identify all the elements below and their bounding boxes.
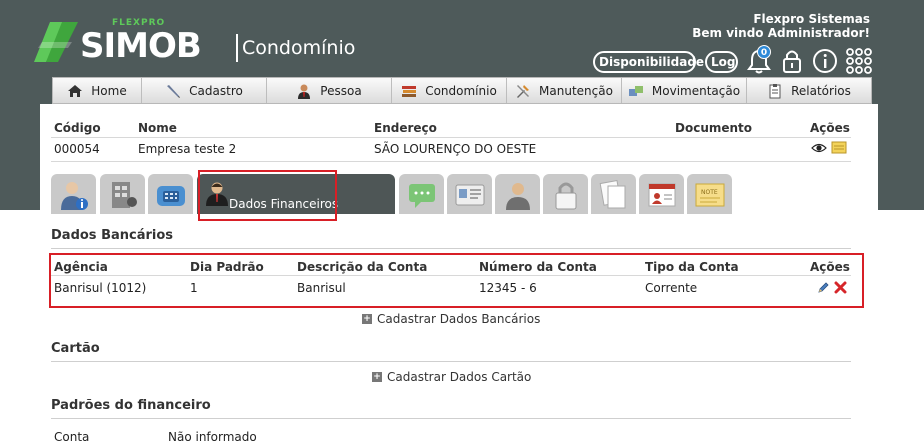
tab-phone[interactable] bbox=[148, 174, 193, 214]
cell-nome: Empresa teste 2 bbox=[138, 142, 237, 156]
welcome-block: Flexpro Sistemas Bem vindo Administrador… bbox=[692, 12, 870, 40]
nav-item-condominio[interactable]: Condomínio bbox=[392, 78, 507, 103]
section-title-bank: Dados Bancários bbox=[51, 228, 174, 243]
finance-field-value: Não informado bbox=[168, 430, 257, 442]
contact-book-icon bbox=[648, 183, 676, 207]
transfer-icon bbox=[628, 85, 643, 96]
person-info-icon bbox=[61, 182, 88, 210]
tab-contact[interactable] bbox=[495, 174, 540, 214]
highlight-bank-box bbox=[49, 253, 864, 308]
home-icon bbox=[68, 84, 83, 97]
entity-table: Código Nome Endereço Documento Ações 000… bbox=[51, 118, 851, 162]
plus-icon: + bbox=[362, 314, 372, 324]
logo-module-text: Condomínio bbox=[242, 37, 356, 59]
nav-label: Cadastro bbox=[189, 83, 243, 98]
notification-badge: 0 bbox=[757, 45, 771, 59]
col-header-acoes: Ações bbox=[810, 121, 850, 135]
section-divider-card bbox=[51, 361, 851, 362]
chat-bubble-icon bbox=[409, 184, 435, 208]
welcome-message: Bem vindo Administrador! bbox=[692, 26, 870, 40]
person-icon bbox=[298, 84, 311, 99]
nav-label: Condomínio bbox=[425, 83, 497, 98]
logo-simob-text: SIMOB bbox=[80, 26, 202, 66]
lock-icon[interactable] bbox=[778, 47, 806, 75]
finance-field-label: Conta bbox=[54, 430, 90, 442]
section-divider-bank bbox=[51, 248, 851, 249]
report-icon bbox=[769, 83, 781, 98]
logo-swoosh-icon bbox=[34, 22, 78, 62]
nav-label: Pessoa bbox=[320, 83, 362, 98]
books-icon bbox=[402, 85, 417, 97]
cell-codigo: 000054 bbox=[54, 142, 100, 156]
main-nav: Home Cadastro Pessoa Condomínio Manutenç… bbox=[52, 77, 872, 104]
profile-tabs: Dados Financeiros NOTE bbox=[51, 174, 741, 214]
svg-text:NOTE: NOTE bbox=[701, 189, 718, 196]
col-header-documento: Documento bbox=[675, 121, 753, 135]
nav-item-cadastro[interactable]: Cadastro bbox=[142, 78, 267, 103]
nav-label: Home bbox=[91, 83, 127, 98]
nav-label: Movimentação bbox=[651, 83, 741, 98]
tab-id-card[interactable] bbox=[447, 174, 492, 214]
tab-messages[interactable] bbox=[399, 174, 444, 214]
nav-item-manutencao[interactable]: Manutenção bbox=[507, 78, 622, 103]
nav-item-relatorios[interactable]: Relatórios bbox=[747, 78, 871, 103]
nav-item-home[interactable]: Home bbox=[53, 78, 142, 103]
add-card-label: Cadastrar Dados Cartão bbox=[387, 370, 532, 384]
highlight-tab-box bbox=[198, 170, 337, 221]
cell-endereco: SÃO LOURENÇO DO OESTE bbox=[374, 142, 537, 156]
add-card-data-link[interactable]: + Cadastrar Dados Cartão bbox=[372, 370, 531, 384]
nav-label: Manutenção bbox=[539, 83, 613, 98]
section-divider-finance bbox=[51, 418, 851, 419]
padlock-icon bbox=[555, 182, 577, 210]
availability-button[interactable]: Disponibilidade bbox=[593, 51, 704, 73]
note-icon: NOTE bbox=[695, 183, 725, 207]
info-icon[interactable] bbox=[811, 47, 839, 75]
log-button[interactable]: Log bbox=[705, 51, 738, 73]
nav-item-movimentacao[interactable]: Movimentação bbox=[622, 78, 747, 103]
section-title-finance: Padrões do financeiro bbox=[51, 398, 211, 413]
col-header-endereco: Endereço bbox=[374, 121, 437, 135]
add-bank-data-link[interactable]: + Cadastrar Dados Bancários bbox=[362, 312, 540, 326]
section-title-card: Cartão bbox=[51, 341, 100, 356]
view-eye-icon[interactable] bbox=[811, 142, 827, 154]
tab-documents[interactable] bbox=[591, 174, 636, 214]
company-name: Flexpro Sistemas bbox=[753, 12, 870, 26]
logo-divider bbox=[236, 34, 238, 62]
nav-label: Relatórios bbox=[791, 83, 851, 98]
tab-notes[interactable]: NOTE bbox=[687, 174, 732, 214]
apps-grid-icon[interactable] bbox=[845, 47, 873, 75]
plus-icon: + bbox=[372, 372, 382, 382]
tab-contacts-book[interactable] bbox=[639, 174, 684, 214]
tab-security[interactable] bbox=[543, 174, 588, 214]
add-bank-label: Cadastrar Dados Bancários bbox=[377, 312, 541, 326]
notes-icon[interactable] bbox=[831, 140, 847, 154]
documents-icon bbox=[599, 180, 626, 209]
nav-item-pessoa[interactable]: Pessoa bbox=[267, 78, 392, 103]
tab-office[interactable] bbox=[100, 174, 145, 214]
pen-icon bbox=[167, 84, 181, 98]
phone-icon bbox=[157, 186, 185, 206]
tools-icon bbox=[517, 84, 530, 98]
tab-person-info[interactable] bbox=[51, 174, 96, 214]
col-header-nome: Nome bbox=[138, 121, 177, 135]
col-header-codigo: Código bbox=[54, 121, 101, 135]
office-icon bbox=[112, 182, 137, 208]
id-card-icon bbox=[455, 184, 485, 206]
contact-person-icon bbox=[506, 183, 530, 210]
entity-header-divider bbox=[51, 137, 851, 138]
